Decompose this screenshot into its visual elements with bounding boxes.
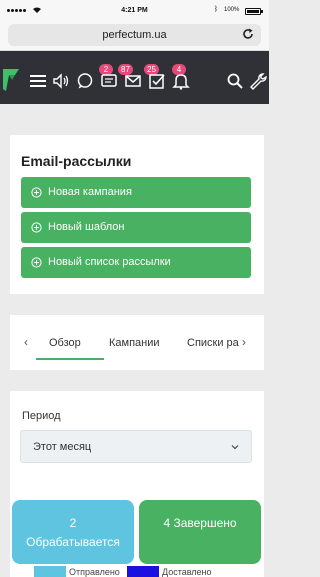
perfectum-logo[interactable] bbox=[3, 69, 19, 91]
tasks-icon[interactable] bbox=[148, 72, 166, 90]
mail-icon[interactable] bbox=[124, 72, 142, 90]
status-bar: 4:21 PM ᛒ 100% bbox=[0, 0, 269, 24]
battery-percent: 100% bbox=[224, 7, 240, 13]
bell-icon[interactable] bbox=[172, 72, 190, 90]
email-campaigns-card: Email-рассылки Новая кампания Новый шабл… bbox=[10, 135, 264, 294]
browser-bar: perfectum.ua bbox=[0, 24, 269, 51]
app-header: 2 87 25 4 bbox=[0, 51, 269, 104]
period-select[interactable]: Этот месяц bbox=[20, 430, 252, 463]
tab-campaigns[interactable]: Кампании bbox=[109, 337, 160, 349]
button-label: Новый шаблон bbox=[48, 221, 125, 233]
period-select-value: Этот месяц bbox=[33, 441, 92, 453]
button-label: Новый список рассылки bbox=[48, 256, 171, 268]
wrench-icon[interactable] bbox=[249, 72, 267, 90]
chevron-right-icon[interactable]: › bbox=[242, 335, 246, 349]
button-label: Новая кампания bbox=[48, 186, 132, 198]
new-mailing-list-button[interactable]: Новый список рассылки bbox=[21, 247, 251, 278]
tabs-card: ‹ Обзор Кампании Списки ра › bbox=[10, 315, 264, 370]
battery-icon bbox=[245, 8, 263, 15]
completed-label: 4 Завершено bbox=[163, 516, 237, 530]
tab-overview[interactable]: Обзор bbox=[49, 337, 81, 349]
legend-swatch bbox=[34, 566, 66, 577]
processing-count: 2 bbox=[69, 516, 77, 530]
address-bar[interactable]: perfectum.ua bbox=[8, 24, 261, 46]
address-url: perfectum.ua bbox=[102, 29, 167, 41]
search-icon[interactable] bbox=[226, 72, 244, 90]
chevron-left-icon[interactable]: ‹ bbox=[24, 335, 28, 349]
period-label: Период bbox=[22, 410, 61, 422]
chat-icon[interactable] bbox=[76, 72, 94, 90]
menu-icon[interactable] bbox=[29, 72, 47, 90]
legend-label: Доставлено bbox=[162, 567, 212, 577]
tab-mailing-lists[interactable]: Списки ра bbox=[187, 337, 240, 349]
plus-circle-icon bbox=[31, 222, 42, 233]
speaker-icon[interactable] bbox=[52, 72, 70, 90]
legend-label: Отправлено bbox=[69, 567, 120, 577]
processing-stat[interactable]: 2 Обрабатывается bbox=[12, 500, 134, 564]
new-campaign-button[interactable]: Новая кампания bbox=[21, 177, 251, 208]
plus-circle-icon bbox=[31, 257, 42, 268]
chevron-down-icon bbox=[231, 445, 239, 450]
processing-label: Обрабатывается bbox=[26, 535, 120, 549]
completed-stat[interactable]: 4 Завершено bbox=[139, 500, 261, 564]
bluetooth-icon: ᛒ bbox=[214, 6, 219, 13]
reload-icon[interactable] bbox=[241, 27, 255, 41]
messages-icon[interactable] bbox=[100, 72, 118, 90]
new-template-button[interactable]: Новый шаблон bbox=[21, 212, 251, 243]
legend-swatch bbox=[127, 566, 159, 577]
active-tab-indicator bbox=[36, 358, 104, 360]
plus-circle-icon bbox=[31, 187, 42, 198]
card-title: Email-рассылки bbox=[21, 153, 132, 169]
